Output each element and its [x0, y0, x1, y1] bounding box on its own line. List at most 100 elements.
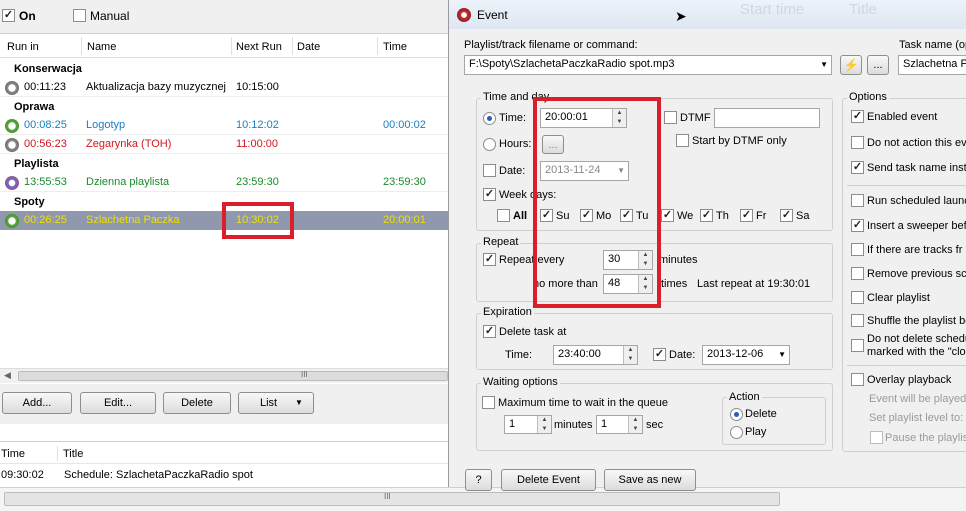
repeat-highlight — [533, 97, 661, 308]
day-we-checkbox[interactable] — [661, 209, 674, 222]
option-label: Enabled event — [867, 111, 938, 123]
dialog-titlebar[interactable]: Event Start time Title ➤ — [449, 0, 966, 29]
col-divider — [377, 37, 378, 55]
taskname-field[interactable]: Szlachetna Pa — [898, 55, 966, 75]
group-header[interactable]: Konserwacja — [14, 63, 82, 75]
option-checkbox[interactable] — [851, 314, 864, 327]
start-dtmf-checkbox[interactable] — [676, 134, 689, 147]
option-checkbox[interactable] — [851, 243, 864, 256]
wand-button[interactable]: ⚡ — [840, 55, 862, 75]
col-name[interactable]: Name — [87, 41, 116, 53]
bg-fragment: Title — [849, 1, 877, 18]
expiration-date-checkbox[interactable] — [653, 348, 666, 361]
group-title: Options — [847, 91, 889, 103]
option-checkbox[interactable] — [851, 219, 864, 232]
action-play-radio[interactable] — [730, 426, 743, 439]
scroll-grip: III — [301, 370, 308, 379]
table-row[interactable]: 00:08:25 Logotyp 10:12:02 00:00:02 — [0, 116, 448, 135]
repeat-every-checkbox[interactable] — [483, 253, 496, 266]
max-wait-checkbox[interactable] — [482, 396, 495, 409]
day-th-checkbox[interactable] — [700, 209, 713, 222]
next-run-cell: 10:12:02 — [236, 119, 279, 131]
expiration-date-value: 2013-12-06 — [707, 348, 764, 360]
taskname-value: Szlachetna Pa — [903, 58, 966, 70]
option-label: Overlay playback — [867, 374, 952, 386]
pause-checkbox[interactable] — [870, 431, 883, 444]
col-time[interactable]: Time — [383, 41, 407, 53]
list-button[interactable]: List ▼ — [238, 392, 314, 414]
scroll-left-arrow[interactable]: ◀ — [4, 370, 11, 381]
scroll-thumb[interactable] — [18, 371, 448, 381]
edit-button[interactable]: Edit... — [80, 392, 156, 414]
time-cell: 20:00:01 — [383, 214, 426, 226]
on-checkbox[interactable] — [2, 9, 15, 22]
next-run-cell: 10:15:00 — [236, 81, 279, 93]
manual-checkbox[interactable] — [73, 9, 86, 22]
group-header[interactable]: Oprawa — [14, 101, 54, 113]
log-header-line — [0, 463, 448, 464]
group-title: Repeat — [481, 236, 521, 248]
played-label: Event will be played — [869, 393, 966, 405]
combo-arrow-icon[interactable]: ▼ — [820, 60, 828, 69]
last-repeat-text: Last repeat at 19:30:01 — [697, 278, 811, 290]
level-label: Set playlist level to: — [869, 412, 964, 424]
col-date[interactable]: Date — [297, 41, 320, 53]
option-checkbox[interactable] — [851, 110, 864, 123]
wait-sec-spinner[interactable]: ▲ ▼ — [628, 416, 642, 433]
log-col-title[interactable]: Title — [63, 448, 83, 460]
playlist-combobox[interactable]: F:\Spoty\SzlachetaPaczkaRadio spot.mp3 ▼ — [464, 55, 832, 75]
option-checkbox[interactable] — [851, 194, 864, 207]
action-play-label: Play — [745, 426, 767, 438]
option-checkbox[interactable] — [851, 161, 864, 174]
col-next-run[interactable]: Next Run — [236, 41, 282, 53]
expiration-date-input[interactable]: 2013-12-06 ▼ — [702, 345, 790, 365]
next-run-highlight — [222, 202, 294, 239]
table-row[interactable]: 00:56:23 Zegarynka (TOH) 11:00:00 — [0, 135, 448, 154]
day-fr-checkbox[interactable] — [740, 209, 753, 222]
all-days-checkbox[interactable] — [497, 209, 510, 222]
table-row[interactable]: 00:11:23 Aktualizacja bazy muzycznej 10:… — [0, 78, 448, 97]
run-in-cell: 00:11:23 — [24, 81, 67, 93]
option-label: Do not delete schedu — [867, 333, 966, 345]
clock-icon — [5, 119, 19, 133]
group-header[interactable]: Spoty — [14, 196, 45, 208]
log-col-time[interactable]: Time — [1, 448, 25, 460]
option-checkbox[interactable] — [851, 267, 864, 280]
day-label: Th — [716, 210, 729, 222]
wait-minutes-input[interactable]: 1 ▲ ▼ — [504, 415, 552, 434]
wait-minutes-spinner[interactable]: ▲ ▼ — [537, 416, 551, 433]
col-run-in[interactable]: Run in — [7, 41, 39, 53]
option-checkbox[interactable] — [851, 291, 864, 304]
delete-button[interactable]: Delete — [163, 392, 231, 414]
expiration-time-spinner[interactable]: ▲ ▼ — [623, 346, 637, 364]
weekdays-checkbox[interactable] — [483, 188, 496, 201]
browse-button[interactable]: ... — [867, 55, 889, 75]
option-checkbox[interactable] — [851, 339, 864, 352]
delete-task-checkbox[interactable] — [483, 325, 496, 338]
dtmf-checkbox[interactable] — [664, 111, 677, 124]
manual-label: Manual — [90, 9, 130, 23]
expiration-date-dropdown-icon[interactable]: ▼ — [778, 350, 786, 359]
dtmf-input[interactable] — [714, 108, 820, 128]
table-row[interactable]: 13:55:53 Dzienna playlista 23:59:30 23:5… — [0, 173, 448, 192]
option-checkbox[interactable] — [851, 373, 864, 386]
horizontal-scrollbar[interactable]: ◀ III — [0, 368, 448, 383]
col-divider — [231, 37, 232, 55]
expiration-time-label: Time: — [505, 349, 533, 361]
save-as-new-button[interactable]: Save as new — [604, 469, 696, 491]
group-header[interactable]: Playlista — [14, 158, 59, 170]
bottom-scroll-thumb[interactable] — [4, 492, 780, 506]
delete-event-button[interactable]: Delete Event — [501, 469, 596, 491]
expiration-time-input[interactable]: 23:40:00 ▲ ▼ — [553, 345, 638, 365]
add-button[interactable]: Add... — [2, 392, 72, 414]
option-checkbox[interactable] — [851, 136, 864, 149]
hours-radio[interactable] — [483, 138, 496, 151]
next-run-cell: 23:59:30 — [236, 176, 279, 188]
help-button[interactable]: ? — [465, 469, 492, 491]
wait-sec-input[interactable]: 1 ▲ ▼ — [596, 415, 643, 434]
action-delete-radio[interactable] — [730, 408, 743, 421]
time-radio[interactable] — [483, 112, 496, 125]
run-in-cell: 13:55:53 — [24, 176, 67, 188]
date-checkbox[interactable] — [483, 164, 496, 177]
day-sa-checkbox[interactable] — [780, 209, 793, 222]
